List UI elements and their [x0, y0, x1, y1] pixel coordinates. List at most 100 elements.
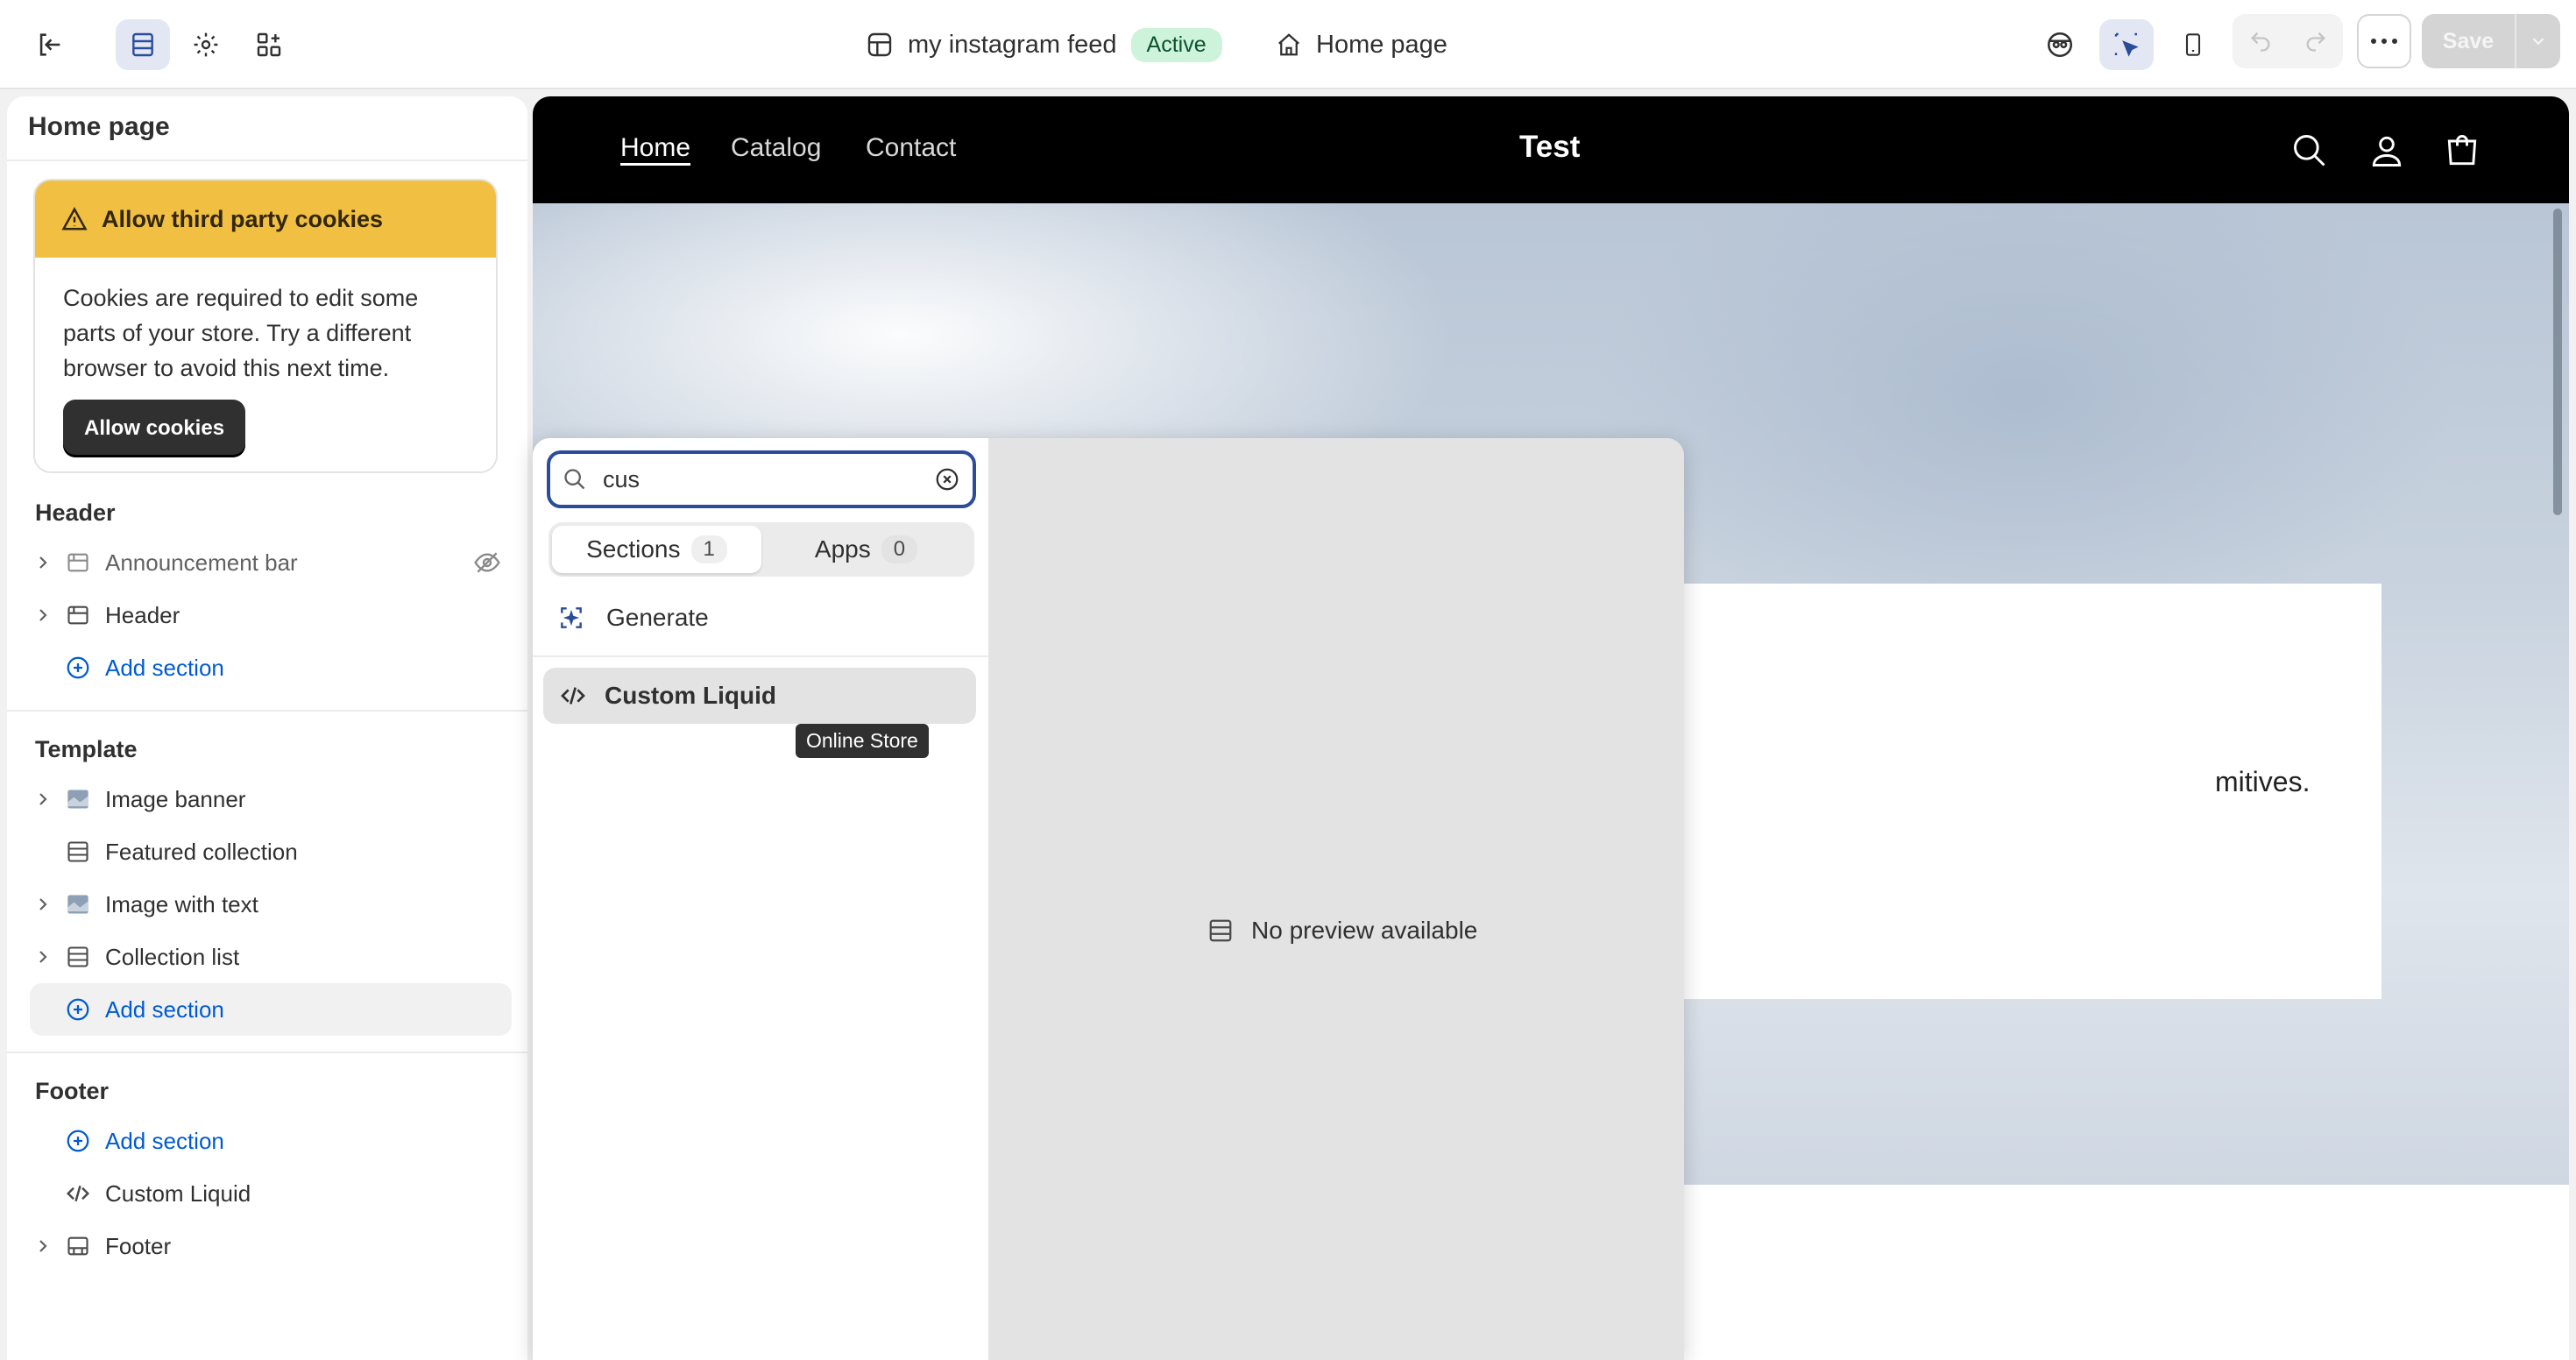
tab-apps[interactable]: Apps 0 — [761, 526, 971, 573]
section-search[interactable] — [547, 450, 976, 508]
divider — [7, 710, 527, 712]
tab-label: Apps — [814, 535, 871, 563]
clear-search-icon[interactable] — [934, 466, 960, 492]
generate-option[interactable]: Generate — [557, 596, 709, 640]
tree-item-image-with-text[interactable]: Image with text — [30, 880, 512, 929]
section-icon — [61, 603, 95, 627]
tree-item-collection-list[interactable]: Collection list — [30, 932, 512, 981]
store-header: Home Catalog Contact Test — [533, 96, 2569, 203]
code-icon — [61, 1180, 95, 1207]
allow-cookies-button[interactable]: Allow cookies — [63, 400, 246, 457]
divider — [7, 1052, 527, 1053]
preview-scrollbar[interactable] — [2553, 209, 2562, 515]
tab-count: 1 — [690, 535, 727, 563]
tree-item-custom-liquid[interactable]: Custom Liquid — [30, 1169, 512, 1218]
selector-tool-button[interactable] — [2099, 19, 2154, 70]
home-icon — [1278, 33, 1299, 56]
nav-link-home[interactable]: Home — [620, 133, 690, 163]
page-name: Home page — [1316, 30, 1447, 59]
save-button-group: Save — [2422, 14, 2560, 68]
tree-item-label: Featured collection — [105, 838, 298, 865]
exit-icon — [39, 33, 60, 56]
nav-link-contact[interactable]: Contact — [866, 133, 956, 163]
tree-item-footer[interactable]: Footer — [30, 1222, 512, 1271]
add-section-label: Add section — [105, 654, 224, 681]
save-options-button[interactable] — [2515, 14, 2560, 68]
plus-circle-icon — [61, 1128, 95, 1154]
account-icon[interactable] — [2367, 131, 2406, 170]
chevron-down-icon — [2532, 38, 2544, 46]
search-input[interactable] — [603, 465, 934, 493]
more-actions-button[interactable] — [2357, 14, 2411, 68]
theme-icon — [867, 32, 892, 57]
tree-item-image-banner[interactable]: Image banner — [30, 775, 512, 824]
picker-list-panel: Sections 1 Apps 0 Generate Custom Liquid… — [533, 438, 988, 1360]
divider — [533, 655, 988, 657]
undo-icon — [2250, 32, 2269, 52]
nav-link-catalog[interactable]: Catalog — [731, 133, 821, 163]
image-thumbnail-icon — [61, 787, 95, 811]
page-selector[interactable]: Home page — [1276, 23, 1447, 67]
cookie-notice-body: Cookies are required to edit some parts … — [63, 285, 419, 381]
no-preview-message: No preview available — [1207, 917, 1477, 945]
chevron-right-icon[interactable] — [30, 790, 56, 808]
chevron-right-icon[interactable] — [30, 606, 56, 624]
sections-view-button[interactable] — [116, 19, 170, 70]
group-title-header: Header — [35, 499, 116, 526]
sections-icon — [132, 32, 153, 57]
undo-button[interactable] — [2233, 14, 2288, 68]
picker-preview-panel: No preview available — [988, 438, 1684, 1360]
group-title-footer: Footer — [35, 1078, 109, 1104]
group-title-template: Template — [35, 736, 138, 762]
store-logo-text[interactable]: Test — [1519, 130, 1580, 165]
plus-circle-icon — [61, 996, 95, 1023]
search-icon[interactable] — [2290, 131, 2329, 170]
inspector-icon — [2047, 32, 2073, 58]
footer-section-icon — [61, 1234, 95, 1258]
no-preview-label: No preview available — [1251, 917, 1478, 944]
tab-sections[interactable]: Sections 1 — [552, 526, 761, 573]
tree-item-announcement-bar[interactable]: Announcement bar — [30, 538, 512, 587]
cart-icon[interactable] — [2443, 131, 2481, 170]
picker-tabs: Sections 1 Apps 0 — [548, 522, 974, 577]
apps-icon — [257, 32, 281, 57]
result-custom-liquid[interactable]: Custom Liquid — [543, 668, 976, 724]
theme-name: my instagram feed — [908, 30, 1117, 59]
tree-item-featured-collection[interactable]: Featured collection — [30, 827, 512, 876]
cookie-notice: Allow third party cookies Cookies are re… — [33, 179, 498, 473]
chevron-right-icon[interactable] — [30, 554, 56, 571]
eye-off-icon[interactable] — [473, 549, 501, 577]
editor-topbar: my instagram feed Active Home page Save — [0, 0, 2576, 89]
history-controls — [2233, 14, 2343, 68]
cookie-notice-title: Allow third party cookies — [102, 205, 384, 232]
add-section-footer[interactable]: Add section — [30, 1116, 512, 1165]
source-tooltip: Online Store — [796, 724, 929, 758]
preview-inspector-button[interactable] — [2033, 19, 2087, 70]
generate-sparkle-icon — [561, 607, 582, 628]
chevron-right-icon[interactable] — [30, 1237, 56, 1255]
tree-item-header[interactable]: Header — [30, 591, 512, 640]
tree-item-label: Footer — [105, 1232, 172, 1259]
tree-item-label: Image with text — [105, 890, 258, 917]
tree-item-label: Collection list — [105, 943, 240, 970]
chevron-right-icon[interactable] — [30, 948, 56, 966]
section-icon — [61, 839, 95, 864]
cookie-notice-header: Allow third party cookies — [35, 181, 496, 258]
result-label: Custom Liquid — [605, 682, 776, 709]
search-icon — [564, 469, 585, 490]
sidebar-title: Home page — [28, 112, 170, 141]
theme-selector[interactable]: my instagram feed Active — [866, 23, 1222, 67]
status-badge: Active — [1130, 27, 1222, 62]
tree-item-label: Announcement bar — [105, 549, 298, 576]
app-embeds-button[interactable] — [242, 19, 296, 70]
add-section-label: Add section — [105, 1127, 224, 1154]
exit-button[interactable] — [23, 19, 77, 70]
theme-settings-button[interactable] — [179, 19, 233, 70]
save-button[interactable]: Save — [2422, 14, 2515, 68]
chevron-right-icon[interactable] — [30, 896, 56, 913]
redo-button[interactable] — [2288, 14, 2343, 68]
add-section-header[interactable]: Add section — [30, 643, 512, 692]
mobile-view-button[interactable] — [2166, 19, 2220, 70]
warning-icon — [61, 207, 88, 230]
add-section-template[interactable]: Add section — [30, 983, 512, 1036]
